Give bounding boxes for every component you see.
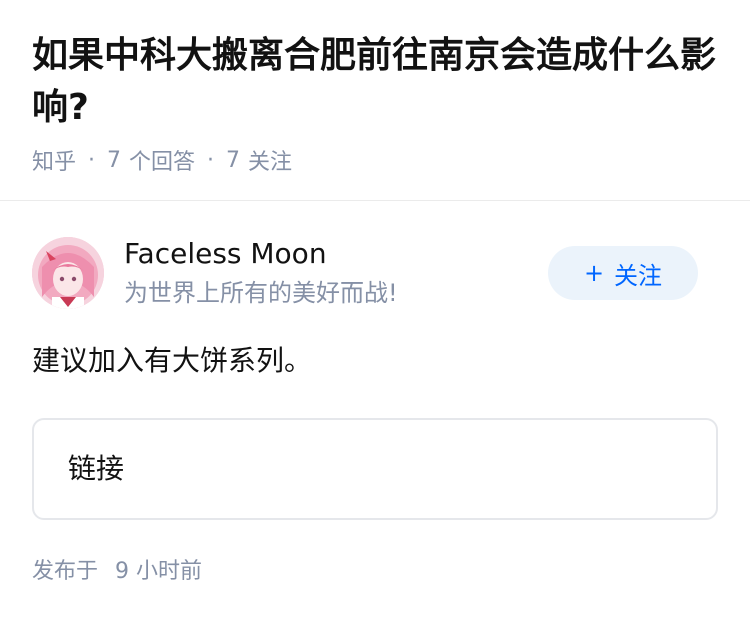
question-title[interactable]: 如果中科大搬离合肥前往南京会造成什么影响? xyxy=(32,30,722,134)
follow-button[interactable]: + 关注 xyxy=(548,246,698,300)
link-card[interactable]: 链接 xyxy=(32,418,718,520)
meta-separator: · xyxy=(207,147,215,173)
publish-time: 发布于 9 小时前 xyxy=(32,554,202,590)
follow-count: 7 xyxy=(226,147,241,173)
follow-button-label: 关注 xyxy=(614,261,663,290)
section-divider xyxy=(0,200,750,201)
answer-count: 7 xyxy=(107,147,122,173)
author-name[interactable]: Faceless Moon xyxy=(124,234,327,274)
publish-prefix: 发布于 xyxy=(32,559,99,584)
answer-count-label: 个回答 xyxy=(129,150,196,175)
answer-content: 建议加入有大饼系列。 xyxy=(32,344,313,377)
publish-time-value: 9 小时前 xyxy=(115,559,203,584)
answer-page: 如果中科大搬离合肥前往南京会造成什么影响? 知乎 · 7 个回答 · 7 关注 … xyxy=(0,0,750,624)
source-label: 知乎 xyxy=(32,150,77,175)
follow-count-label: 关注 xyxy=(248,150,293,175)
question-meta: 知乎 · 7 个回答 · 7 关注 xyxy=(32,142,292,178)
meta-separator: · xyxy=(88,147,96,173)
avatar-image xyxy=(32,237,104,309)
avatar[interactable] xyxy=(32,237,104,309)
link-card-label: 链接 xyxy=(68,452,125,485)
author-headline: 为世界上所有的美好而战! xyxy=(124,279,398,307)
plus-icon: + xyxy=(583,259,605,287)
